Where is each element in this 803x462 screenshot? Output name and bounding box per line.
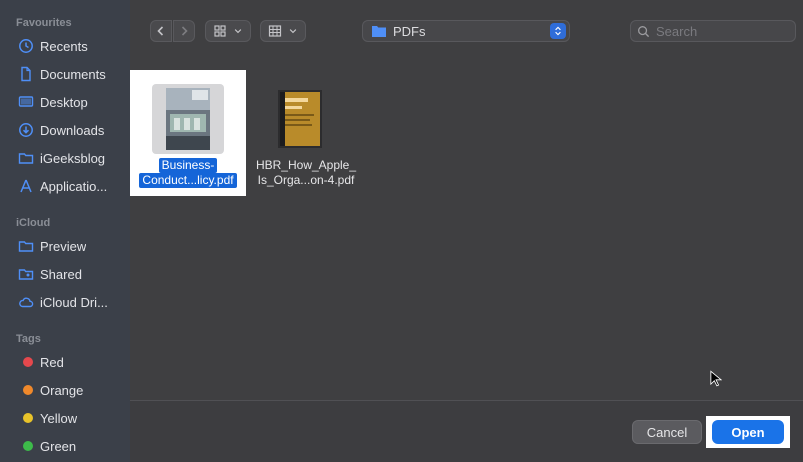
chevron-right-icon bbox=[181, 26, 188, 36]
file-name: HBR_How_Apple_ Is_Orga...on-4.pdf bbox=[255, 158, 357, 187]
tag-dot-icon bbox=[16, 438, 36, 454]
desktop-icon bbox=[16, 94, 36, 110]
list-grid-icon bbox=[268, 25, 282, 37]
mouse-cursor-icon bbox=[710, 370, 722, 387]
sidebar-item-label: Green bbox=[40, 438, 77, 454]
document-icon bbox=[16, 66, 36, 82]
folder-icon bbox=[16, 150, 36, 166]
sidebar-item-downloads[interactable]: Downloads bbox=[16, 119, 130, 141]
group-by-button[interactable] bbox=[260, 20, 306, 42]
sidebar-item-label: iCloud Dri... bbox=[40, 294, 108, 310]
sidebar-item-icloud-drive[interactable]: iCloud Dri... bbox=[16, 291, 130, 313]
cloud-icon bbox=[16, 294, 36, 310]
sidebar-item-label: Documents bbox=[40, 66, 106, 82]
pdf-thumbnail bbox=[152, 84, 224, 154]
file-name: Business- Conduct...licy.pdf bbox=[130, 158, 246, 188]
folder-icon bbox=[16, 238, 36, 254]
file-browser: PDFs Business- Conduct.. bbox=[130, 0, 803, 462]
sidebar-tag-red[interactable]: Red bbox=[16, 351, 130, 373]
sidebar-item-recents[interactable]: Recents bbox=[16, 35, 130, 57]
sidebar-item-label: Yellow bbox=[40, 410, 78, 426]
sidebar-item-label: Red bbox=[40, 354, 64, 370]
sidebar-item-desktop[interactable]: Desktop bbox=[16, 91, 130, 113]
cancel-button[interactable]: Cancel bbox=[632, 420, 702, 444]
shared-folder-icon bbox=[16, 266, 36, 282]
sidebar-tag-orange[interactable]: Orange bbox=[16, 379, 130, 401]
sidebar-item-documents[interactable]: Documents bbox=[16, 63, 130, 85]
sidebar-tag-yellow[interactable]: Yellow bbox=[16, 407, 130, 429]
tags-header: Tags bbox=[16, 333, 41, 345]
tag-dot-icon bbox=[16, 382, 36, 398]
search-input[interactable] bbox=[656, 23, 786, 39]
sidebar-item-label: iGeeksblog bbox=[40, 150, 106, 166]
sidebar-item-label: Downloads bbox=[40, 122, 105, 138]
location-popup[interactable]: PDFs bbox=[362, 20, 570, 42]
view-icon-mode-button[interactable] bbox=[205, 20, 251, 42]
sidebar-item-shared[interactable]: Shared bbox=[16, 263, 130, 285]
applications-icon bbox=[16, 178, 36, 194]
favourites-header: Favourites bbox=[16, 17, 72, 29]
chevron-down-icon bbox=[289, 29, 297, 34]
grid-icon bbox=[214, 25, 226, 37]
search-icon bbox=[638, 25, 650, 37]
tag-dot-icon bbox=[16, 410, 36, 426]
sidebar-item-label: Recents bbox=[40, 38, 88, 54]
sidebar-item-label: Applicatio... bbox=[40, 178, 108, 194]
chevron-left-icon bbox=[157, 26, 164, 36]
location-label: PDFs bbox=[393, 23, 426, 39]
toolbar: PDFs bbox=[130, 0, 803, 60]
open-button[interactable]: Open bbox=[712, 420, 784, 444]
sidebar-item-preview[interactable]: Preview bbox=[16, 235, 130, 257]
sidebar: Favourites Recents Documents Desktop Dow… bbox=[0, 0, 130, 462]
clock-icon bbox=[16, 38, 36, 54]
sidebar-item-label: Preview bbox=[40, 238, 87, 254]
sidebar-item-label: Shared bbox=[40, 266, 82, 282]
tag-dot-icon bbox=[16, 354, 36, 370]
search-field[interactable] bbox=[630, 20, 796, 42]
sidebar-item-igeeksblog[interactable]: iGeeksblog bbox=[16, 147, 130, 169]
sidebar-item-label: Orange bbox=[40, 382, 84, 398]
pdf-thumbnail bbox=[272, 84, 328, 154]
file-item-hbr-how-apple[interactable]: HBR_How_Apple_ Is_Orga...on-4.pdf bbox=[242, 70, 358, 196]
back-button[interactable] bbox=[150, 20, 172, 42]
file-item-business-conduct[interactable]: Business- Conduct...licy.pdf bbox=[130, 70, 246, 196]
updown-chevron-icon bbox=[550, 23, 566, 39]
sidebar-tag-green[interactable]: Green bbox=[16, 435, 130, 457]
dialog-footer bbox=[130, 400, 803, 462]
sidebar-item-label: Desktop bbox=[40, 94, 88, 110]
folder-icon bbox=[372, 26, 386, 37]
download-icon bbox=[16, 122, 36, 138]
forward-button[interactable] bbox=[173, 20, 195, 42]
icloud-header: iCloud bbox=[16, 217, 51, 229]
sidebar-item-applications[interactable]: Applicatio... bbox=[16, 175, 130, 197]
chevron-down-icon bbox=[234, 29, 242, 34]
